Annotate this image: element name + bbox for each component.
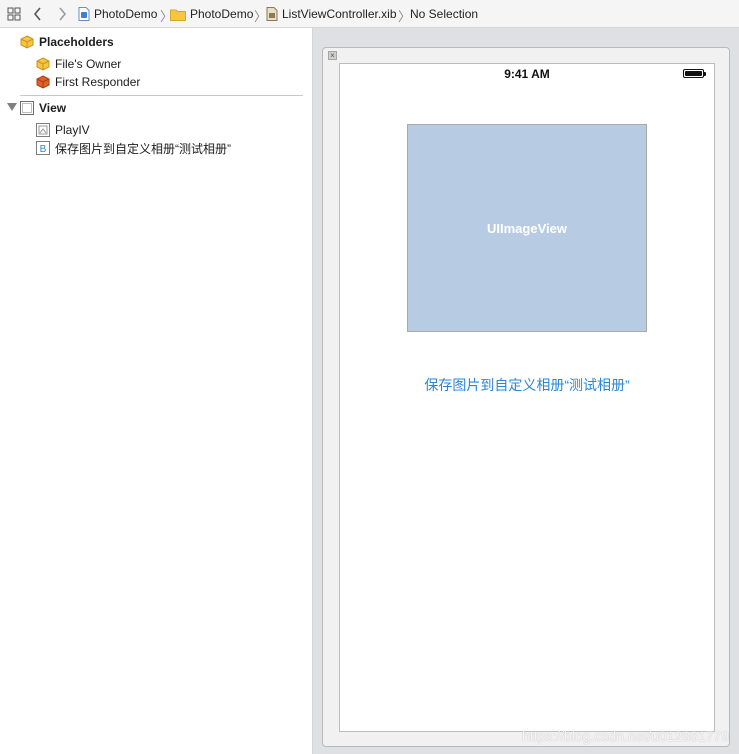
image-view-label: UIImageView — [487, 220, 567, 236]
image-view[interactable]: UIImageView — [407, 124, 647, 332]
xib-file-icon — [266, 7, 278, 21]
folder-icon — [170, 8, 186, 21]
ib-canvas[interactable]: × 9:41 AM UIImageView 保存图片到自定义相册“测试相册” h… — [313, 28, 739, 754]
outline-item-files-owner[interactable]: File's Owner — [36, 55, 121, 73]
battery-icon — [683, 69, 706, 78]
project-file-icon — [78, 7, 90, 21]
document-outline: Placeholders File's Owner First Responde… — [0, 28, 313, 754]
outline-item-save-button[interactable]: B 保存图片到自定义相册“测试相册” — [36, 139, 231, 157]
image-view-icon — [36, 123, 50, 137]
breadcrumb-file-label: ListViewController.xib — [282, 7, 397, 21]
device-view[interactable]: 9:41 AM UIImageView 保存图片到自定义相册“测试相册” — [339, 63, 715, 732]
forward-chevron-icon[interactable] — [54, 6, 70, 22]
breadcrumb-project[interactable]: PhotoDemo — [78, 7, 157, 21]
breadcrumb-group[interactable]: PhotoDemo — [170, 7, 253, 21]
outline-label: View — [39, 101, 67, 115]
outline-label: Placeholders — [39, 35, 114, 49]
breadcrumb-selection-label: No Selection — [410, 7, 479, 21]
outline-label: 保存图片到自定义相册“测试相册” — [55, 141, 231, 156]
outline-label: First Responder — [55, 75, 141, 89]
breadcrumb-group-label: PhotoDemo — [190, 7, 254, 21]
back-chevron-icon[interactable] — [30, 6, 46, 22]
view-square-icon — [20, 101, 34, 115]
jump-bar: PhotoDemo 〉 PhotoDemo 〉 ListViewControll… — [0, 0, 739, 28]
outline-label: File's Owner — [55, 57, 122, 71]
disclosure-triangle-icon[interactable] — [7, 103, 17, 111]
watermark-text: https://blog.csdn.net/u012881779 — [521, 728, 729, 744]
files-owner-cube-icon — [36, 57, 50, 71]
outline-label: PlayIV — [55, 123, 90, 137]
outline-item-first-responder[interactable]: First Responder — [36, 73, 140, 91]
breadcrumb-selection[interactable]: No Selection — [410, 7, 478, 21]
breadcrumb-file[interactable]: ListViewController.xib — [266, 7, 397, 21]
outline-divider — [20, 95, 303, 96]
outline-item-view[interactable]: View — [20, 99, 66, 117]
svg-text:B: B — [40, 144, 47, 155]
button-icon: B — [36, 141, 50, 155]
related-items-grid-icon[interactable] — [6, 6, 22, 22]
outline-item-placeholders[interactable]: Placeholders — [20, 33, 114, 51]
close-icon[interactable]: × — [328, 51, 337, 60]
placeholder-cube-icon — [20, 35, 34, 49]
save-photo-button[interactable]: 保存图片到自定义相册“测试相册” — [340, 374, 714, 396]
first-responder-cube-icon — [36, 75, 50, 89]
breadcrumb-project-label: PhotoDemo — [94, 7, 158, 21]
scene-frame[interactable]: × 9:41 AM UIImageView 保存图片到自定义相册“测试相册” — [322, 47, 730, 747]
outline-item-playiv[interactable]: PlayIV — [36, 121, 90, 139]
status-bar-time: 9:41 AM — [504, 67, 550, 81]
